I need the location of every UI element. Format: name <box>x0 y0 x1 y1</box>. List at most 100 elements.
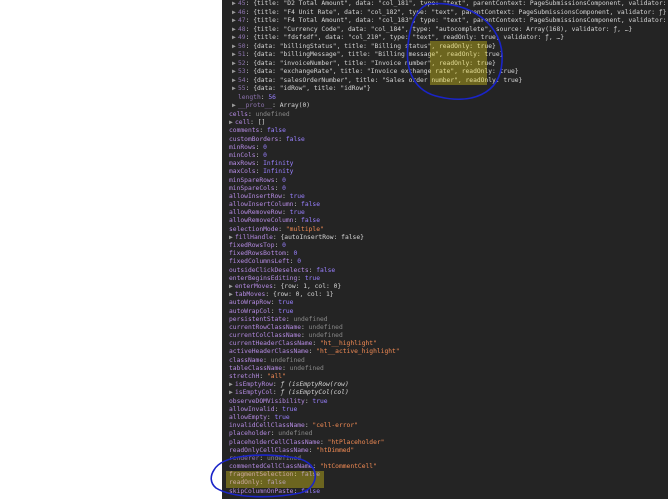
property-row[interactable]: ▶ tabMoves: {row: 0, col: 1} <box>222 291 668 299</box>
array-index: 49 <box>238 34 246 41</box>
property-key: allowInsertRow <box>229 192 283 200</box>
property-value: undefined <box>270 356 305 364</box>
array-entry-row[interactable]: ▶ 55: {data: "idRow", title: "idRow"} <box>222 85 668 94</box>
array-index: 53 <box>238 68 246 75</box>
property-value: undefined <box>278 430 313 438</box>
property-row[interactable]: ▶ fillHandle: {autoInsertRow: false} <box>222 234 668 242</box>
property-row: outsideClickDeselects: false <box>222 267 668 275</box>
property-key: selectionMode <box>229 225 279 233</box>
array-index: 50 <box>238 42 246 50</box>
array-length-value: 56 <box>268 93 276 101</box>
colon-separator: : <box>259 127 267 135</box>
property-value: ƒ (isEmptyCol(col) <box>280 389 349 397</box>
property-row: minSpareCols: 0 <box>222 185 668 193</box>
property-value: "cell-error" <box>312 422 358 430</box>
array-length-key: length <box>238 93 261 101</box>
property-value: undefined <box>308 332 343 340</box>
property-value: "all" <box>266 373 286 380</box>
property-row[interactable]: ▶ isEmptyCol: ƒ (isEmptyCol(col) <box>222 389 668 397</box>
property-value: true <box>278 299 294 307</box>
property-value: undefined <box>293 315 328 323</box>
colon-separator: : <box>312 340 320 348</box>
property-value: 0 <box>293 250 298 258</box>
property-value: true <box>304 274 321 282</box>
property-key: observeDOMVisibility <box>229 397 305 405</box>
array-index: 51 <box>238 51 246 58</box>
colon-separator: : <box>301 332 309 340</box>
property-row: readOnlyCellClassName: "htDimmed" <box>222 447 668 455</box>
property-row: persistentState: undefined <box>222 316 668 324</box>
property-value: undefined <box>255 111 290 118</box>
array-entry-row[interactable]: ▶ 46: {title: "F4 Unit Rate", data: "col_… <box>222 9 668 18</box>
property-row: currentHeaderClassName: "ht__highlight" <box>222 340 668 348</box>
colon-separator: : <box>301 323 309 331</box>
property-key: fillHandle <box>235 233 273 241</box>
property-key: renderer <box>229 454 260 462</box>
array-proto-row[interactable]: ▶ __proto__: Array(0) <box>222 102 668 111</box>
property-value: Infinity <box>263 168 294 176</box>
property-value: {row: 0, col: 1} <box>272 291 334 299</box>
property-key: allowRemoveColumn <box>229 217 294 225</box>
array-entry-value: {title: "fdsfsdf", data: "col_210", type… <box>253 34 565 41</box>
property-row: currentColClassName: undefined <box>222 332 668 340</box>
colon-separator: : <box>312 463 320 471</box>
property-row: allowInvalid: true <box>222 406 668 414</box>
property-value: "htDimmed" <box>316 446 355 454</box>
property-row: enterBeginsEditing: true <box>222 275 668 283</box>
array-index: 54 <box>238 76 246 84</box>
array-index: 47 <box>238 17 246 24</box>
array-entry-row[interactable]: ▶ 47: {title: "F4 Total Amount", data: "c… <box>222 17 668 26</box>
property-row: allowRemoveRow: true <box>222 209 668 217</box>
property-key: readOnlyCellClassName <box>229 446 309 454</box>
property-row: allowRemoveColumn: false <box>222 217 668 225</box>
property-value: true <box>289 192 305 200</box>
highlight-readonly-top <box>430 41 487 85</box>
property-key: skipColumnOnPaste <box>229 487 294 495</box>
colon-separator: : <box>259 373 267 380</box>
property-row: observeDOMVisibility: true <box>222 398 668 406</box>
colon-separator: : <box>282 209 290 217</box>
colon-separator: : <box>282 364 290 372</box>
property-row: allowEmpty: true <box>222 414 668 422</box>
array-index: 46 <box>238 8 246 16</box>
property-value: "htCommentCell" <box>320 463 377 471</box>
array-entry-value: {title: "F4 Total Amount", data: "col_18… <box>253 17 668 24</box>
property-value: 0 <box>263 143 267 151</box>
colon-separator: : <box>293 487 302 495</box>
property-row[interactable]: ▶ enterMoves: {row: 1, col: 0} <box>222 283 668 291</box>
property-value: false <box>301 201 321 209</box>
property-row: selectionMode: "multiple" <box>222 226 668 234</box>
property-key: comments <box>229 127 260 135</box>
property-key: enterMoves <box>235 282 273 290</box>
property-key: allowInsertColumn <box>229 201 294 209</box>
colon-separator: : <box>274 405 283 413</box>
property-key: fixedColumnsLeft <box>229 258 290 266</box>
property-key: currentRowClassName <box>229 323 302 331</box>
colon-separator: : <box>272 102 280 109</box>
property-row[interactable]: ▶ cell: [] <box>222 119 668 127</box>
colon-separator: : <box>274 242 283 249</box>
colon-separator: : <box>293 217 302 225</box>
property-key: persistentState <box>229 315 286 323</box>
array-entry-row[interactable]: ▶ 45: {title: "D2 Total Amount", data: "c… <box>222 0 668 9</box>
property-value: true <box>278 307 294 315</box>
property-row: invalidCellClassName: "cell-error" <box>222 422 668 430</box>
colon-separator: : <box>247 111 256 118</box>
colon-separator: : <box>320 438 328 446</box>
property-value: 0 <box>297 258 302 266</box>
property-key: minRows <box>229 143 256 151</box>
property-key: currentColClassName <box>229 332 302 340</box>
property-key: minSpareCols <box>229 184 275 192</box>
colon-separator: : <box>282 192 290 200</box>
property-row: placeholderCellClassName: "htPlaceholder… <box>222 439 668 447</box>
property-key: currentHeaderClassName <box>229 340 313 348</box>
property-value: 0 <box>263 151 267 159</box>
property-key: cell <box>235 119 251 127</box>
property-key: maxRows <box>229 160 256 168</box>
property-key: customBorders <box>229 135 279 143</box>
property-row: cells: undefined <box>222 111 668 119</box>
property-key: stretchH <box>229 373 260 380</box>
property-key: isEmptyCol <box>235 389 273 397</box>
colon-separator: : <box>297 274 305 282</box>
array-entry-row[interactable]: ▶ 48: {title: "Currency Code", data: "col… <box>222 26 668 35</box>
